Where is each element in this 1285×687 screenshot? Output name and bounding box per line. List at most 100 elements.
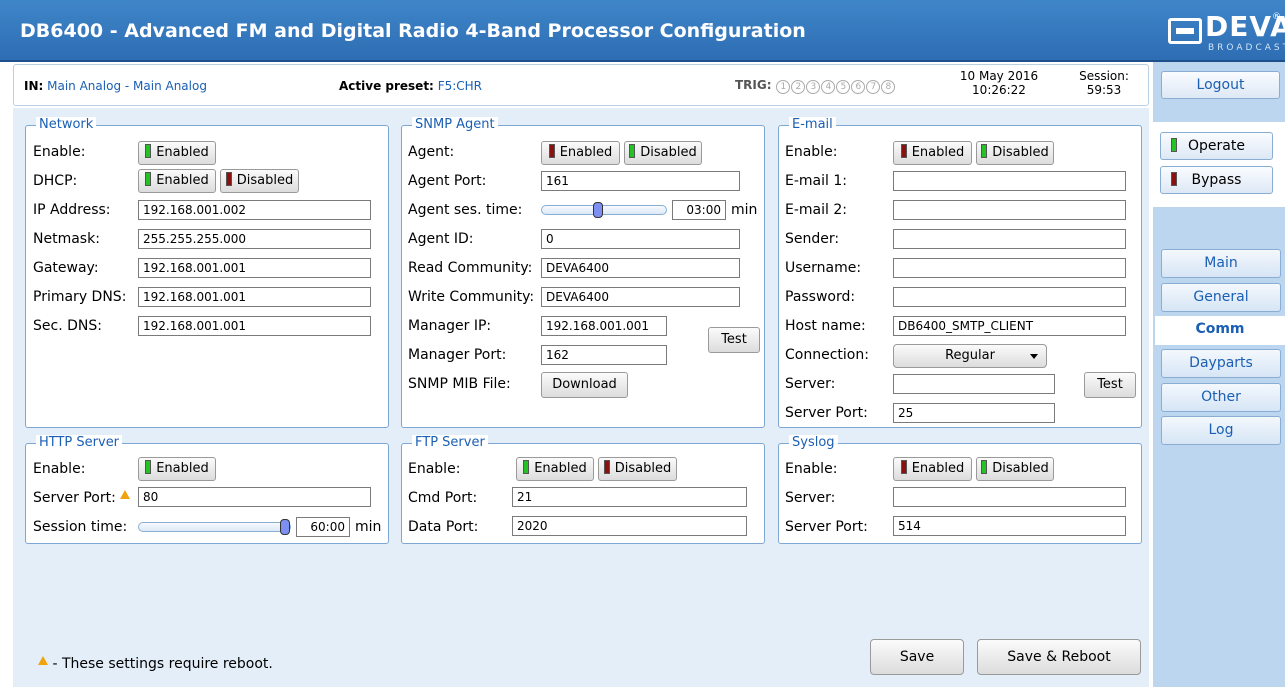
tab-main[interactable]: Main [1161, 249, 1281, 278]
gateway-input[interactable]: 192.168.001.001 [138, 258, 371, 278]
unit-label: min [731, 202, 758, 218]
button-label: Enabled [534, 461, 587, 476]
network-enabled-button[interactable]: Enabled [138, 141, 216, 165]
session-value: 59:53 [1086, 83, 1122, 97]
save-button[interactable]: Save [870, 639, 964, 675]
input-value: Main Analog - Main Analog [47, 79, 207, 93]
agent-sestime-input[interactable]: 03:00 [672, 200, 726, 220]
button-label: Disabled [614, 461, 672, 476]
cmd-port-input[interactable]: 21 [512, 487, 747, 507]
session-time-input[interactable]: 60:00 [296, 517, 350, 537]
read-community-label: Read Community: [408, 260, 533, 276]
snmp-test-button[interactable]: Test [708, 327, 760, 353]
tab-general[interactable]: General [1161, 283, 1281, 312]
syslog-panel: Syslog Enable: Enabled Disabled Server: … [778, 435, 1142, 544]
download-mib-button[interactable]: Download [541, 372, 628, 398]
sender-input[interactable] [893, 229, 1126, 249]
email-enabled-button[interactable]: Enabled [893, 141, 972, 165]
connection-value: Regular [945, 348, 995, 363]
session-label: Session: [1079, 69, 1129, 83]
slider-handle[interactable] [280, 519, 290, 535]
email-panel: E-mail Enable: Enabled Disabled E-mail 1… [778, 117, 1142, 428]
email-disabled-button[interactable]: Disabled [976, 141, 1054, 165]
manager-ip-input[interactable]: 192.168.001.001 [541, 316, 667, 336]
http-enabled-button[interactable]: Enabled [138, 457, 216, 481]
active-preset: Active preset: F5:CHR [339, 79, 482, 93]
write-community-input[interactable]: DEVA6400 [541, 287, 740, 307]
read-community-input[interactable]: DEVA6400 [541, 258, 740, 278]
sec-dns-input[interactable]: 192.168.001.001 [138, 316, 371, 336]
http-port-input[interactable]: 80 [138, 487, 371, 507]
app-title: DB6400 - Advanced FM and Digital Radio 4… [20, 20, 806, 42]
agent-port-input[interactable]: 161 [541, 171, 740, 191]
agent-disabled-button[interactable]: Disabled [624, 141, 702, 165]
http-enable-label: Enable: [33, 461, 86, 477]
email-title: E-mail [789, 117, 836, 133]
http-title: HTTP Server [36, 435, 123, 451]
led-icon [900, 144, 907, 158]
hostname-label: Host name: [785, 318, 866, 334]
main-content: Network Enable: Enabled DHCP: Enabled Di… [13, 108, 1149, 687]
button-label: Enabled [156, 173, 209, 188]
gateway-label: Gateway: [33, 260, 99, 276]
led-icon [981, 144, 988, 158]
email2-input[interactable] [893, 200, 1126, 220]
tab-log[interactable]: Log [1161, 416, 1281, 445]
logo-sub: BROADCAST [1208, 43, 1285, 53]
status-bar: IN: Main Analog - Main Analog Active pre… [13, 64, 1149, 106]
slider-handle[interactable] [593, 202, 603, 218]
email1-label: E-mail 1: [785, 173, 847, 189]
agent-sestime-slider[interactable] [541, 202, 667, 218]
data-port-input[interactable]: 2020 [512, 516, 747, 536]
username-label: Username: [785, 260, 862, 276]
network-title: Network [36, 117, 97, 133]
button-label: Enabled [911, 461, 965, 476]
syslog-port-input[interactable]: 514 [893, 516, 1126, 536]
logo-mark-icon [1168, 18, 1202, 44]
ftp-enabled-button[interactable]: Enabled [516, 457, 594, 481]
password-input[interactable] [893, 287, 1126, 307]
bypass-button[interactable]: Bypass [1160, 166, 1273, 194]
logout-button[interactable]: Logout [1161, 71, 1280, 99]
netmask-label: Netmask: [33, 231, 100, 247]
bypass-label: Bypass [1191, 172, 1242, 188]
dhcp-enabled-button[interactable]: Enabled [138, 169, 216, 193]
title-bar: DB6400 - Advanced FM and Digital Radio 4… [0, 0, 1285, 62]
session-timer: Session: 59:53 [1076, 69, 1132, 97]
netmask-input[interactable]: 255.255.255.000 [138, 229, 371, 249]
primary-dns-input[interactable]: 192.168.001.001 [138, 287, 371, 307]
chevron-down-icon [1030, 354, 1038, 359]
syslog-enable-label: Enable: [785, 461, 838, 477]
agent-id-input[interactable]: 0 [541, 229, 740, 249]
syslog-disabled-button[interactable]: Disabled [976, 457, 1054, 481]
operate-button[interactable]: Operate [1160, 132, 1273, 160]
server-port-input[interactable]: 25 [893, 403, 1055, 423]
agent-enabled-button[interactable]: Enabled [541, 141, 620, 165]
server-port-label: Server Port: [785, 405, 868, 421]
tab-comm[interactable]: Comm [1155, 316, 1285, 345]
syslog-enabled-button[interactable]: Enabled [893, 457, 972, 481]
hostname-input[interactable]: DB6400_SMTP_CLIENT [893, 316, 1126, 336]
save-reboot-button[interactable]: Save & Reboot [977, 639, 1141, 675]
server-input[interactable] [893, 374, 1055, 394]
session-time-slider[interactable] [138, 519, 291, 535]
connection-select[interactable]: Regular [893, 344, 1047, 368]
led-icon [900, 460, 907, 474]
manager-port-input[interactable]: 162 [541, 345, 667, 365]
username-input[interactable] [893, 258, 1126, 278]
tab-dayparts[interactable]: Dayparts [1161, 349, 1281, 378]
led-icon [145, 144, 152, 158]
tab-other[interactable]: Other [1161, 383, 1281, 412]
led-icon [603, 460, 610, 474]
button-label: Enabled [911, 145, 965, 160]
server-port-row-label: Server Port: [33, 490, 131, 506]
email-test-button[interactable]: Test [1084, 372, 1136, 398]
ip-address-input[interactable]: 192.168.001.002 [138, 200, 371, 220]
led-icon [145, 172, 152, 186]
trigger-indicator-icon: 3 [806, 80, 821, 94]
email1-input[interactable] [893, 171, 1126, 191]
dhcp-disabled-button[interactable]: Disabled [220, 169, 299, 193]
syslog-server-input[interactable] [893, 487, 1126, 507]
ftp-disabled-button[interactable]: Disabled [598, 457, 677, 481]
sidebar: Logout Operate Bypass Main General Comm … [1153, 62, 1285, 687]
